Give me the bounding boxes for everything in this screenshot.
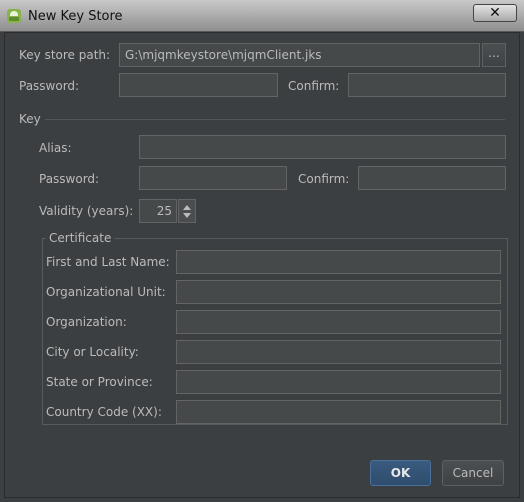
key-confirm-label: Confirm: (298, 172, 350, 186)
first-last-name-input[interactable] (176, 250, 501, 274)
key-password-label: Password: (39, 172, 100, 186)
keystore-confirm-label: Confirm: (288, 79, 340, 93)
alias-input[interactable] (139, 135, 506, 159)
keystore-confirm-input[interactable] (348, 73, 506, 97)
alias-label: Alias: (39, 141, 72, 155)
city-locality-input[interactable] (176, 340, 501, 364)
new-key-store-dialog: Key store path: G:\mjqmkeystore\mjqmClie… (4, 32, 520, 498)
first-last-name-label: First and Last Name: (46, 255, 170, 269)
close-button[interactable]: ✕ (473, 4, 517, 22)
key-confirm-input[interactable] (358, 166, 506, 190)
key-section-title: Key (19, 112, 41, 126)
organization-label: Organization: (46, 315, 127, 329)
certificate-section-title: Certificate (46, 231, 115, 245)
key-store-path-label: Key store path: (19, 48, 111, 62)
country-code-input[interactable] (176, 400, 501, 424)
validity-spinner[interactable] (178, 199, 196, 223)
state-province-input[interactable] (176, 370, 501, 394)
title-bar: New Key Store ✕ (0, 0, 524, 32)
keystore-password-label: Password: (19, 79, 80, 93)
ok-button[interactable]: OK (370, 460, 431, 486)
android-studio-icon (7, 9, 21, 23)
cancel-button[interactable]: Cancel (442, 460, 504, 486)
country-code-label: Country Code (XX): (46, 405, 162, 419)
key-section-divider (45, 119, 505, 120)
keystore-password-input[interactable] (119, 73, 278, 97)
city-locality-label: City or Locality: (46, 345, 139, 359)
validity-input[interactable]: 25 (139, 199, 177, 223)
validity-label: Validity (years): (39, 204, 134, 218)
organizational-unit-label: Organizational Unit: (46, 285, 166, 299)
browse-button[interactable]: ... (482, 43, 506, 67)
window-title: New Key Store (28, 9, 123, 24)
key-store-path-input[interactable]: G:\mjqmkeystore\mjqmClient.jks (119, 43, 480, 67)
spinner-down-icon[interactable] (183, 213, 191, 218)
key-password-input[interactable] (139, 166, 287, 190)
organization-input[interactable] (176, 310, 501, 334)
spinner-up-icon[interactable] (183, 205, 191, 210)
state-province-label: State or Province: (46, 375, 153, 389)
organizational-unit-input[interactable] (176, 280, 501, 304)
